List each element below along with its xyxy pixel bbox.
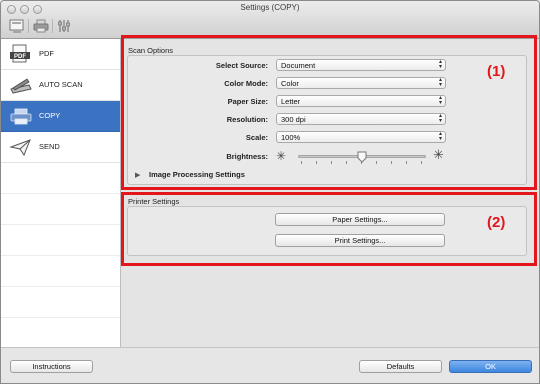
pdf-icon: PDF: [10, 44, 30, 63]
sidebar-empty-row: [1, 194, 120, 225]
sidebar-item-label: COPY: [39, 111, 61, 120]
sidebar-item-label: PDF: [39, 49, 54, 58]
toolbar-separator: [52, 19, 53, 33]
sidebar-empty-row: [1, 287, 120, 318]
sidebar-empty-row: [1, 163, 120, 194]
sidebar-empty-row: [1, 225, 120, 256]
general-settings-icon[interactable]: [56, 18, 72, 34]
sidebar-item-auto-scan[interactable]: AUTO SCAN: [1, 70, 120, 101]
title-bar: Settings (COPY): [1, 1, 539, 39]
printer-tab-icon[interactable]: [32, 18, 50, 34]
toolbar-separator: [28, 19, 29, 33]
sidebar-item-send[interactable]: SEND: [1, 132, 120, 163]
defaults-button[interactable]: Defaults: [359, 360, 442, 373]
callout-box-2: [121, 192, 537, 266]
sidebar-item-label: SEND: [39, 142, 60, 151]
instructions-button[interactable]: Instructions: [10, 360, 93, 373]
sidebar-empty-row: [1, 256, 120, 287]
settings-window: Settings (COPY) PDF PDF AUTO SCAN COPY S…: [0, 0, 540, 384]
callout-number-2: (2): [487, 214, 506, 231]
callout-number-1: (1): [487, 63, 506, 80]
callout-box-1: [121, 35, 537, 190]
sidebar-item-pdf[interactable]: PDF PDF: [1, 39, 120, 70]
window-title: Settings (COPY): [240, 3, 300, 12]
sidebar-item-label: AUTO SCAN: [39, 80, 83, 89]
sidebar-item-copy[interactable]: COPY: [1, 101, 120, 132]
scan-tab-icon[interactable]: [8, 18, 26, 34]
ok-button[interactable]: OK: [449, 360, 532, 373]
svg-text:PDF: PDF: [14, 54, 26, 60]
auto-scan-icon: [10, 78, 32, 94]
send-icon: [9, 139, 31, 157]
copy-icon: [10, 108, 32, 125]
sidebar: PDF PDF AUTO SCAN COPY SEND: [1, 39, 121, 347]
